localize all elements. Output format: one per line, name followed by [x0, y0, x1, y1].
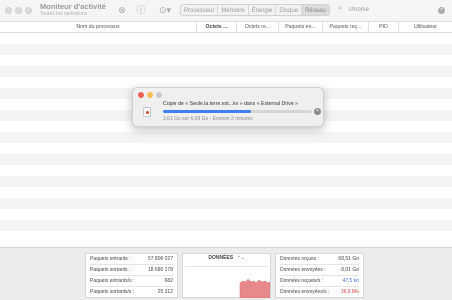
stat-value: 18 680 178 [147, 267, 173, 273]
stop-process-icon[interactable]: ⊗ [116, 5, 128, 16]
window-subtitle[interactable]: Toutes les opérations [40, 11, 87, 17]
stat-label: Données reçues/s : [280, 278, 324, 284]
column-header-name[interactable]: Nom du processus [0, 22, 196, 33]
window-toolbar: Moniteur d'activité Toutes les opération… [0, 0, 452, 22]
stat-label: Données envoyées : [280, 267, 326, 273]
graph-mode-selector[interactable]: DONNÉES ⌃⌄ [183, 255, 270, 261]
table-row[interactable] [0, 143, 452, 154]
table-row[interactable] [0, 33, 452, 44]
tab-memoire[interactable]: Mémoire [218, 5, 249, 15]
table-row[interactable] [0, 176, 452, 187]
more-actions-icon[interactable]: ⊙▾ [155, 5, 175, 16]
copy-progress-bar [163, 110, 312, 113]
stat-value: 8,01 Go [341, 267, 359, 273]
table-row[interactable] [0, 165, 452, 176]
stat-row: Données envoyées/s : 36,5 Mo [280, 287, 359, 298]
table-row[interactable] [0, 209, 452, 220]
stat-value: 682 [164, 278, 173, 284]
column-header-packets-received[interactable]: Paquets reç... [322, 22, 368, 33]
stat-value: 68,51 Go [338, 256, 359, 262]
stat-value: 47,5 ko [342, 278, 359, 284]
zoom-window-icon[interactable] [25, 7, 32, 14]
tab-processeur[interactable]: Processeur [181, 5, 219, 15]
column-header-user[interactable]: Utilisateur [398, 22, 452, 33]
data-stats: Données reçues : 68,51 Go Données envoyé… [275, 253, 364, 298]
table-row[interactable] [0, 198, 452, 209]
stat-row: Paquets entrants : 57 806 027 [90, 254, 173, 265]
tab-disque[interactable]: Disque [276, 5, 303, 15]
table-row[interactable] [0, 55, 452, 66]
stat-row: Données envoyées : 8,01 Go [280, 265, 359, 276]
table-row[interactable] [0, 132, 452, 143]
stat-label: Paquets entrants/s : [90, 278, 135, 284]
info-icon[interactable]: ⓘ [135, 5, 147, 16]
copy-title: Copie de « Seule.la.terre.est...kv » dan… [163, 101, 298, 107]
copy-progress-dialog: Copie de « Seule.la.terre.est...kv » dan… [132, 87, 324, 127]
graph-area [185, 266, 271, 299]
minimize-window-icon[interactable] [15, 7, 22, 14]
copy-progress-fill [163, 110, 251, 113]
graph-title: DONNÉES [208, 255, 234, 261]
stat-row: Données reçues : 68,51 Go [280, 254, 359, 265]
network-graph: DONNÉES ⌃⌄ [182, 253, 271, 299]
traffic-graph [239, 278, 271, 299]
sent-data-area [239, 278, 271, 299]
dialog-zoom-icon [156, 92, 162, 98]
chevron-updown-icon: ⌃⌄ [237, 255, 245, 260]
cancel-copy-button[interactable]: × [314, 108, 321, 115]
stat-row: Paquets sortants : 18 680 178 [90, 265, 173, 276]
table-header: Nom du processus Octets ... Octets re...… [0, 22, 452, 33]
search-input[interactable]: chrome [349, 4, 369, 16]
column-header-bytes-sent[interactable]: Octets ... [196, 22, 236, 33]
stat-row: Données reçues/s : 47,5 ko [280, 276, 359, 287]
packets-stats: Paquets entrants : 57 806 027 Paquets so… [85, 253, 178, 298]
table-row[interactable] [0, 66, 452, 77]
stat-label: Paquets entrants : [90, 256, 131, 262]
stat-value: 36,5 Mo [340, 289, 359, 295]
table-row[interactable] [0, 154, 452, 165]
stat-value: 57 806 027 [147, 256, 173, 262]
dialog-minimize-icon[interactable] [147, 92, 153, 98]
window-title: Moniteur d'activité [40, 2, 106, 11]
dialog-close-icon[interactable] [138, 92, 144, 98]
file-icon [143, 107, 151, 117]
search-field[interactable]: ⌕ chrome × [334, 4, 448, 16]
stat-label: Données reçues : [280, 256, 320, 262]
table-row[interactable] [0, 231, 452, 242]
clear-search-icon[interactable]: × [438, 6, 445, 14]
category-tabs: Processeur Mémoire Énergie Disque Réseau [180, 4, 330, 16]
network-stats-panel: Paquets entrants : 57 806 027 Paquets so… [0, 247, 452, 300]
column-header-pid[interactable]: PID [368, 22, 398, 33]
close-window-icon[interactable] [5, 7, 12, 14]
table-row[interactable] [0, 220, 452, 231]
stat-label: Paquets sortants : [90, 267, 131, 273]
stat-row: Paquets entrants/s : 682 [90, 276, 173, 287]
tab-energie[interactable]: Énergie [249, 5, 277, 15]
stat-label: Données envoyées/s : [280, 289, 330, 295]
copy-status: 3,61 Go sur 6,09 Go - Environ 2 minutes [163, 116, 253, 122]
stat-label: Paquets sortants/s : [90, 289, 135, 295]
tab-reseau[interactable]: Réseau [302, 5, 329, 15]
table-row[interactable] [0, 187, 452, 198]
stat-value: 25 312 [157, 289, 173, 295]
stat-row: Paquets sortants/s : 25 312 [90, 287, 173, 298]
column-header-packets-sent[interactable]: Paquets en... [278, 22, 322, 33]
column-header-bytes-received[interactable]: Octets re... [236, 22, 278, 33]
table-row[interactable] [0, 44, 452, 55]
process-table[interactable] [0, 33, 452, 247]
search-icon: ⌕ [338, 5, 342, 12]
